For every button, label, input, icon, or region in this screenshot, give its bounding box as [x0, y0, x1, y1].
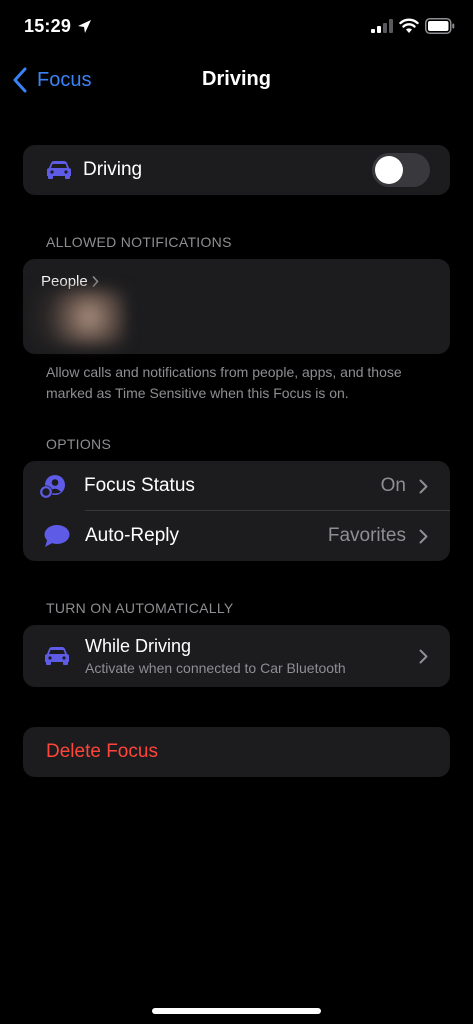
allowed-notifications-footer: Allow calls and notifications from peopl… — [46, 364, 402, 401]
car-icon — [47, 161, 71, 179]
chevron-right-icon — [92, 276, 99, 287]
chevron-right-icon — [419, 529, 428, 544]
page-title: Driving — [202, 68, 271, 90]
focus-name-label: Driving — [83, 159, 143, 180]
chevron-right-icon — [419, 479, 428, 494]
allowed-notifications-header: ALLOWED NOTIFICATIONS — [46, 234, 232, 250]
options-header: OPTIONS — [46, 436, 112, 452]
focus-toggle-card: Driving — [23, 145, 450, 195]
focus-status-value: On — [380, 475, 406, 496]
status-time: 15:29 — [24, 16, 72, 36]
wifi-icon — [399, 18, 419, 33]
focus-status-icon — [39, 475, 65, 499]
battery-icon — [425, 18, 455, 34]
automation-card: While Driving Activate when connected to… — [23, 625, 450, 687]
chevron-right-icon — [419, 649, 428, 664]
while-driving-subtitle: Activate when connected to Car Bluetooth — [85, 660, 346, 676]
toggle-knob — [375, 156, 403, 184]
people-link[interactable]: People — [41, 273, 99, 290]
options-card: Focus Status On Auto-Reply Favorites — [23, 461, 450, 561]
blurred-contact-avatar[interactable] — [31, 289, 125, 345]
auto-reply-label: Auto-Reply — [85, 525, 179, 546]
home-indicator[interactable] — [152, 1008, 321, 1014]
location-arrow-icon — [78, 20, 91, 33]
delete-focus-label: Delete Focus — [46, 741, 158, 762]
cellular-signal-icon — [371, 19, 393, 33]
allowed-notifications-card[interactable]: People — [23, 259, 450, 354]
delete-focus-button[interactable]: Delete Focus — [23, 727, 450, 777]
car-icon — [45, 647, 69, 665]
auto-reply-row[interactable]: Auto-Reply Favorites — [23, 511, 450, 561]
speech-bubble-icon — [44, 525, 70, 547]
auto-reply-value: Favorites — [327, 525, 406, 546]
people-label: People — [41, 273, 88, 290]
while-driving-title: While Driving — [85, 636, 192, 656]
driving-focus-toggle[interactable] — [372, 153, 430, 187]
while-driving-row[interactable]: While Driving Activate when connected to… — [23, 625, 450, 687]
focus-status-label: Focus Status — [84, 475, 195, 496]
focus-status-row[interactable]: Focus Status On — [23, 461, 450, 511]
turn-on-automatically-header: TURN ON AUTOMATICALLY — [46, 600, 234, 616]
